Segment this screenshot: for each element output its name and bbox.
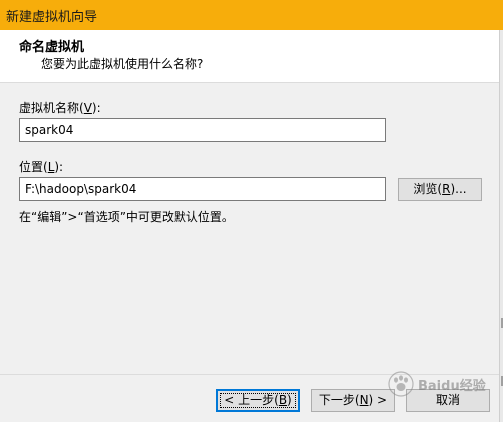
title-bar[interactable]: 新建虚拟机向导 (0, 0, 503, 30)
cancel-button[interactable]: 取消 (406, 389, 490, 412)
page-subtitle: 您要为此虚拟机使用什么名称? (41, 57, 204, 71)
window-title: 新建虚拟机向导 (6, 9, 98, 25)
vm-name-label: 虚拟机名称(V): (19, 101, 101, 115)
footer-divider (0, 374, 503, 375)
wizard-header: 命名虚拟机 您要为此虚拟机使用什么名称? (0, 30, 503, 83)
back-button[interactable]: < 上一步(B) (216, 389, 300, 412)
location-input[interactable] (19, 177, 386, 201)
default-location-hint: 在“编辑”>“首选项”中可更改默认位置。 (19, 210, 234, 224)
location-label: 位置(L): (19, 160, 64, 174)
window-right-edge (499, 30, 503, 422)
page-title: 命名虚拟机 (19, 40, 85, 55)
vm-name-input[interactable] (19, 118, 386, 142)
next-button[interactable]: 下一步(N) > (311, 389, 395, 412)
browse-button[interactable]: 浏览(R)... (398, 178, 482, 201)
